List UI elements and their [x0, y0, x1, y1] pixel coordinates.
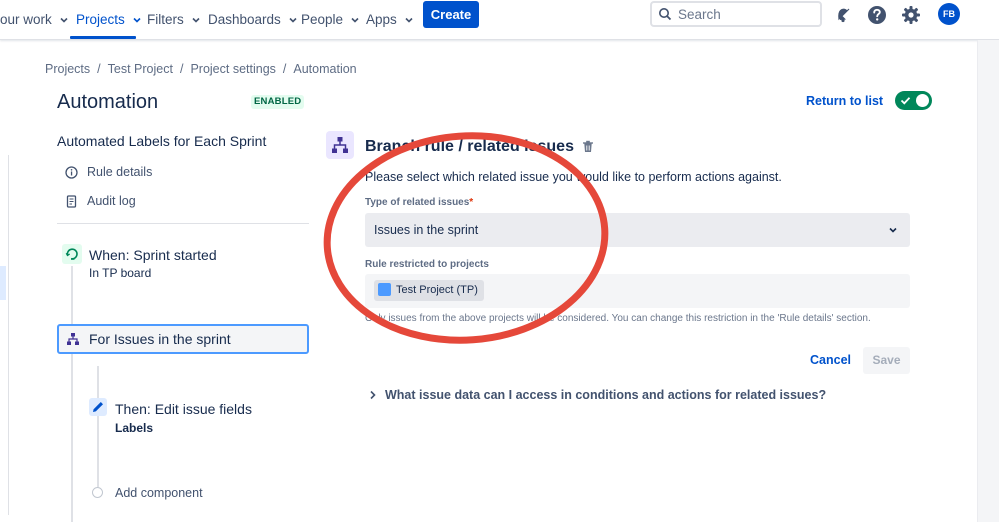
chevron-down-icon: [59, 18, 68, 24]
audit-log-link[interactable]: Audit log: [65, 194, 136, 208]
branch-component-selected[interactable]: For Issues in the sprint: [57, 324, 309, 354]
related-type-label: Type of related issues*: [365, 197, 473, 208]
document-icon: [66, 195, 77, 208]
config-instruction: Please select which related issue you wo…: [365, 170, 782, 184]
chevron-right-icon: [370, 390, 376, 399]
info-icon: [65, 166, 78, 179]
nav-your-work[interactable]: our work: [0, 7, 69, 33]
nav-projects[interactable]: Projects: [76, 7, 142, 33]
branch-rule-icon: [326, 131, 354, 159]
nav-filters-label: Filters: [147, 12, 184, 27]
breadcrumb-separator: /: [179, 62, 184, 76]
add-component-link[interactable]: Add component: [115, 486, 203, 500]
trigger-subtitle: In TP board: [89, 266, 152, 280]
action-subtitle: Labels: [115, 421, 154, 435]
related-type-label-text: Type of related issues: [365, 197, 470, 208]
breadcrumb-automation[interactable]: Automation: [293, 62, 356, 76]
cancel-button[interactable]: Cancel: [810, 353, 851, 367]
search-box[interactable]: [650, 1, 822, 27]
flow-connector: [71, 354, 73, 522]
breadcrumb-projects[interactable]: Projects: [45, 62, 90, 76]
nav-active-indicator: [70, 36, 136, 39]
sprint-trigger-icon: [62, 244, 82, 264]
chevron-down-icon: [132, 18, 141, 24]
project-chip: Test Project (TP): [374, 280, 484, 301]
rule-enabled-toggle[interactable]: [895, 91, 932, 110]
audit-log-label: Audit log: [87, 194, 136, 208]
branch-label: For Issues in the sprint: [89, 331, 231, 347]
chevron-down-icon: [191, 18, 200, 24]
action-title[interactable]: Then: Edit issue fields: [115, 401, 252, 417]
branch-connector: [97, 366, 99, 487]
config-title: Branch rule / related issues: [365, 138, 574, 155]
nav-apps-label: Apps: [366, 12, 397, 27]
nav-your-work-label: our work: [0, 12, 52, 27]
trigger-title[interactable]: When: Sprint started: [89, 247, 217, 263]
rule-details-link[interactable]: Rule details: [65, 165, 152, 179]
related-issues-help-expander[interactable]: What issue data can I access in conditio…: [369, 388, 826, 402]
breadcrumb-project-settings[interactable]: Project settings: [190, 62, 275, 76]
breadcrumb-separator: /: [282, 62, 287, 76]
trash-icon[interactable]: [582, 140, 594, 153]
return-to-list-link[interactable]: Return to list: [806, 94, 883, 108]
notifications-icon[interactable]: [833, 4, 855, 26]
chevron-down-icon: [889, 227, 897, 233]
project-chip-label: Test Project (TP): [396, 284, 478, 296]
chevron-down-icon: [404, 18, 413, 24]
help-icon[interactable]: [866, 4, 888, 26]
nav-people-label: People: [301, 12, 344, 27]
page-title: Automation: [57, 91, 159, 113]
rule-details-label: Rule details: [87, 165, 153, 179]
expander-label: What issue data can I access in conditio…: [385, 388, 827, 402]
breadcrumb-separator: /: [97, 62, 101, 76]
search-icon: [659, 8, 672, 21]
chevron-down-icon: [288, 18, 297, 24]
search-input[interactable]: [678, 5, 816, 23]
create-button[interactable]: Create: [423, 1, 479, 28]
user-avatar[interactable]: FB: [938, 3, 960, 25]
nav-apps[interactable]: Apps: [366, 7, 414, 33]
nav-people[interactable]: People: [301, 7, 360, 33]
nav-dashboards-label: Dashboards: [208, 12, 281, 27]
restricted-projects-label: Rule restricted to projects: [365, 259, 489, 270]
save-button[interactable]: Save: [863, 347, 910, 374]
related-type-select[interactable]: Issues in the sprint: [365, 213, 910, 247]
project-icon: [378, 282, 391, 296]
flow-connector: [71, 266, 73, 324]
nav-projects-label: Projects: [76, 12, 125, 27]
helper-text: Only issues from the above projects will…: [365, 313, 871, 324]
breadcrumb-test-project[interactable]: Test Project: [108, 62, 173, 76]
checkmark-icon: [900, 97, 911, 105]
breadcrumb: Projects / Test Project / Project settings / A…: [45, 62, 357, 76]
nav-filters[interactable]: Filters: [147, 7, 201, 33]
chevron-down-icon: [351, 18, 359, 24]
required-marker: *: [469, 197, 474, 208]
add-component-dot-icon: [92, 487, 103, 498]
sidebar-selected-strip: [0, 266, 6, 300]
sidebar-edge: [8, 155, 9, 515]
rule-name: Automated Labels for Each Sprint: [57, 133, 267, 149]
side-divider: [57, 223, 309, 224]
pencil-icon: [89, 398, 107, 416]
restricted-projects-field: Test Project (TP): [365, 274, 910, 308]
branch-icon: [67, 333, 79, 345]
settings-gear-icon[interactable]: [900, 4, 922, 26]
status-badge: ENABLED: [251, 95, 305, 109]
page-scrollbar[interactable]: [977, 40, 999, 522]
related-type-value: Issues in the sprint: [374, 223, 479, 237]
toggle-knob: [916, 94, 929, 107]
top-navigation: our work Projects Filters Dashboards Peo…: [0, 0, 999, 40]
nav-dashboards[interactable]: Dashboards: [208, 7, 298, 33]
